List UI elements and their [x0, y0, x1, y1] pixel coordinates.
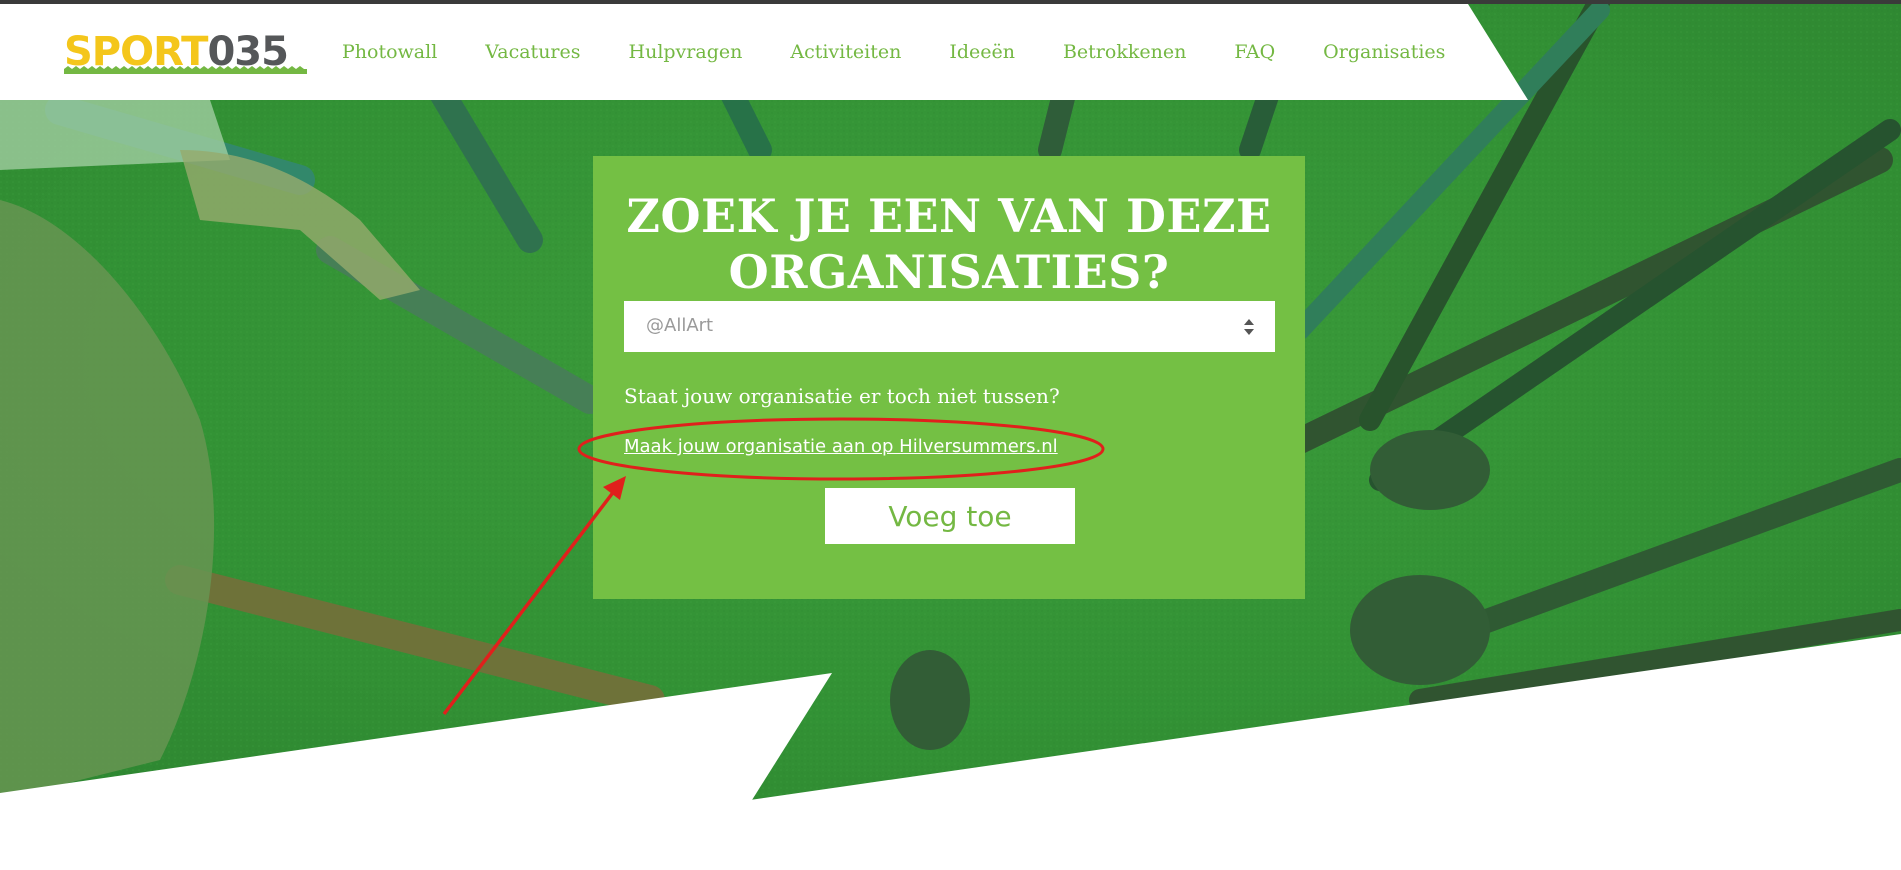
- main-nav: Photowall Vacatures Hulpvragen Activitei…: [342, 4, 1493, 100]
- nav-item-vacatures[interactable]: Vacatures: [485, 41, 580, 63]
- organisation-search-card: ZOEK JE EEN VAN DEZE ORGANISATIES? @AllA…: [593, 156, 1305, 599]
- logo-grass-icon: [64, 66, 307, 74]
- nav-item-hulpvragen[interactable]: Hulpvragen: [629, 41, 743, 63]
- nav-item-photowall[interactable]: Photowall: [342, 41, 437, 63]
- search-title-line-1: ZOEK JE EEN VAN DEZE: [626, 189, 1272, 243]
- nav-item-faq[interactable]: FAQ: [1234, 41, 1275, 63]
- organisation-select-value: @AllArt: [646, 315, 714, 336]
- nav-item-betrokkenen[interactable]: Betrokkenen: [1063, 41, 1186, 63]
- nav-item-activiteiten[interactable]: Activiteiten: [790, 41, 901, 63]
- organisation-select[interactable]: @AllArt: [624, 301, 1275, 352]
- nav-item-organisaties[interactable]: Organisaties: [1323, 41, 1445, 63]
- create-organisation-link[interactable]: Maak jouw organisatie aan op Hilversumme…: [624, 436, 1058, 457]
- select-arrows-icon: [1244, 319, 1254, 335]
- search-title-line-2: ORGANISATIES?: [728, 245, 1170, 299]
- page: SPORT035 Photowall Vacatures Hulpvragen …: [0, 0, 1901, 870]
- add-button[interactable]: Voeg toe: [825, 488, 1075, 544]
- nav-item-ideeen[interactable]: Ideeën: [949, 41, 1015, 63]
- search-title: ZOEK JE EEN VAN DEZE ORGANISATIES?: [593, 188, 1305, 300]
- site-header: SPORT035 Photowall Vacatures Hulpvragen …: [0, 4, 1901, 100]
- sport035-logo[interactable]: SPORT035: [64, 30, 307, 74]
- missing-organisation-question: Staat jouw organisatie er toch niet tuss…: [624, 384, 1060, 408]
- top-border: [0, 0, 1901, 4]
